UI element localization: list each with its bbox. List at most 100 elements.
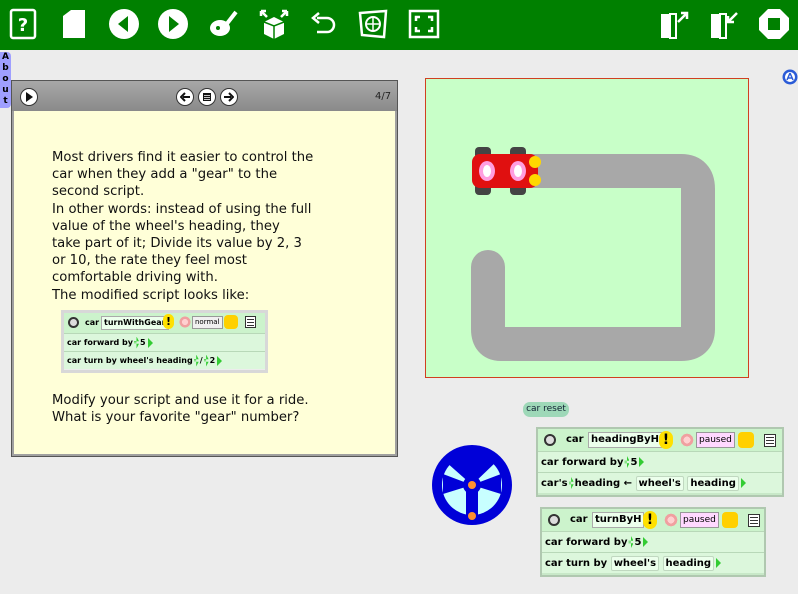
book-morph: 4/7 Most drivers find it easier to contr… — [11, 80, 398, 457]
track-drawing — [471, 154, 715, 361]
script-line[interactable]: car turn by wheel's heading — [542, 552, 764, 573]
find-icon[interactable] — [357, 8, 389, 40]
arrows-icon — [203, 354, 209, 367]
fullscreen-icon[interactable] — [408, 8, 440, 40]
script-heading-by-h[interactable]: car headingByH ! paused car forward by 5 … — [536, 427, 784, 497]
op-label: ← — [623, 477, 633, 489]
script-name-tile: turnWithGear — [101, 316, 169, 330]
forward-arrow-icon[interactable] — [157, 8, 189, 40]
exclamation-icon[interactable]: ! — [643, 511, 657, 529]
script-turn-by-h[interactable]: car turnByH ! paused car forward by 5 car… — [540, 507, 766, 577]
op-label: / — [199, 356, 203, 365]
car-sprite[interactable] — [472, 147, 542, 197]
tile-label[interactable]: wheel's — [610, 555, 660, 571]
flower-icon[interactable] — [679, 432, 695, 448]
paintbrush-icon[interactable] — [208, 8, 240, 40]
page-number: 4/7 — [375, 91, 392, 102]
flower-icon[interactable] — [663, 512, 679, 528]
attr-label[interactable]: heading — [662, 555, 715, 571]
command-label: forward by — [83, 338, 133, 347]
object-label: car — [67, 338, 82, 347]
script-line[interactable]: car forward by 5 — [538, 451, 782, 472]
script-object-label: car — [85, 318, 100, 327]
script-header: car turnByH ! paused — [542, 509, 764, 531]
arrow-right-icon — [643, 537, 649, 547]
value-label: 2 — [209, 356, 216, 365]
value-label[interactable]: 5 — [630, 457, 637, 468]
exclamation-icon[interactable]: ! — [659, 431, 673, 449]
object-label: car — [541, 456, 559, 468]
script-menu-icon — [245, 316, 256, 328]
car-reset-button[interactable]: car reset — [523, 402, 569, 417]
arrow-right-icon — [147, 337, 153, 348]
about-letter: b — [2, 63, 9, 73]
supplies-box-icon[interactable] — [258, 8, 290, 40]
arrows-icon[interactable] — [624, 456, 630, 468]
play-icon[interactable] — [20, 88, 38, 106]
value-label[interactable]: 5 — [634, 537, 641, 548]
back-arrow-icon[interactable] — [108, 8, 140, 40]
command-label: forward by — [566, 536, 628, 548]
script-object-label: car — [566, 434, 584, 445]
arrows-icon — [193, 354, 199, 367]
script-options-icon[interactable] — [738, 432, 754, 448]
book-page: Most drivers find it easier to control t… — [14, 111, 395, 454]
script-options-icon — [224, 315, 238, 329]
script-name-tile[interactable]: headingByH — [588, 432, 663, 448]
open-icon[interactable] — [658, 8, 690, 40]
value-label: 5 — [140, 338, 146, 347]
book-next-page-icon[interactable] — [220, 88, 238, 106]
arrow-right-icon — [716, 558, 722, 568]
script-menu-icon[interactable] — [764, 434, 776, 447]
playfield-canvas[interactable] — [425, 78, 749, 378]
top-toolbar: ? — [0, 0, 798, 50]
attr-label: heading — [574, 477, 621, 489]
tile-label: wheel's — [119, 356, 154, 365]
arrow-right-icon — [639, 457, 645, 467]
arrow-right-icon — [740, 478, 746, 488]
flower-icon — [178, 315, 192, 329]
script-menu-icon[interactable] — [748, 514, 760, 527]
exclamation-icon: ! — [163, 314, 174, 329]
arrows-icon[interactable] — [628, 536, 634, 548]
arrow-right-icon — [217, 355, 223, 366]
arrows-icon[interactable] — [568, 477, 574, 489]
question-text: Modify your script and use it for a ride… — [52, 393, 309, 426]
attr-label[interactable]: heading — [687, 475, 739, 491]
script-options-icon[interactable] — [722, 512, 738, 528]
example-script-image: car turnWithGear ! normal car forward by… — [61, 310, 268, 373]
example-script-line: car turn by wheel's heading / 2 — [64, 351, 265, 369]
object-label: car — [545, 557, 563, 569]
about-letter: o — [2, 74, 9, 84]
book-prev-page-icon[interactable] — [176, 88, 194, 106]
navigator-icon[interactable] — [782, 69, 798, 85]
object-label: car — [545, 536, 563, 548]
stop-icon[interactable] — [758, 8, 790, 40]
script-name-tile[interactable]: turnByH — [592, 512, 645, 528]
steering-wheel-sprite[interactable] — [431, 444, 513, 526]
script-status: normal — [192, 316, 223, 329]
tile-label[interactable]: wheel's — [635, 475, 684, 491]
publish-icon[interactable] — [708, 8, 740, 40]
svg-text:?: ? — [18, 15, 28, 36]
undo-icon[interactable] — [307, 8, 339, 40]
page-icon[interactable] — [58, 8, 90, 40]
about-letter: t — [3, 96, 8, 106]
object-label: car's — [541, 477, 568, 489]
script-line[interactable]: car forward by 5 — [542, 531, 764, 552]
attr-label: heading — [156, 356, 193, 365]
book-header: 4/7 — [12, 81, 397, 111]
command-label: turn by — [83, 356, 117, 365]
help-icon[interactable]: ? — [8, 8, 40, 40]
about-flap-tab[interactable]: A b o u t — [0, 52, 11, 108]
tick-button-icon[interactable] — [548, 514, 560, 526]
about-letter: A — [2, 52, 9, 62]
script-status[interactable]: paused — [680, 512, 719, 528]
script-status[interactable]: paused — [696, 432, 735, 448]
tick-button-icon[interactable] — [544, 434, 556, 446]
command-label: turn by — [566, 557, 608, 569]
arrows-icon — [134, 336, 139, 349]
command-label: forward by — [562, 456, 624, 468]
script-line[interactable]: car's heading ← wheel's heading — [538, 472, 782, 493]
book-menu-icon[interactable] — [198, 88, 216, 106]
